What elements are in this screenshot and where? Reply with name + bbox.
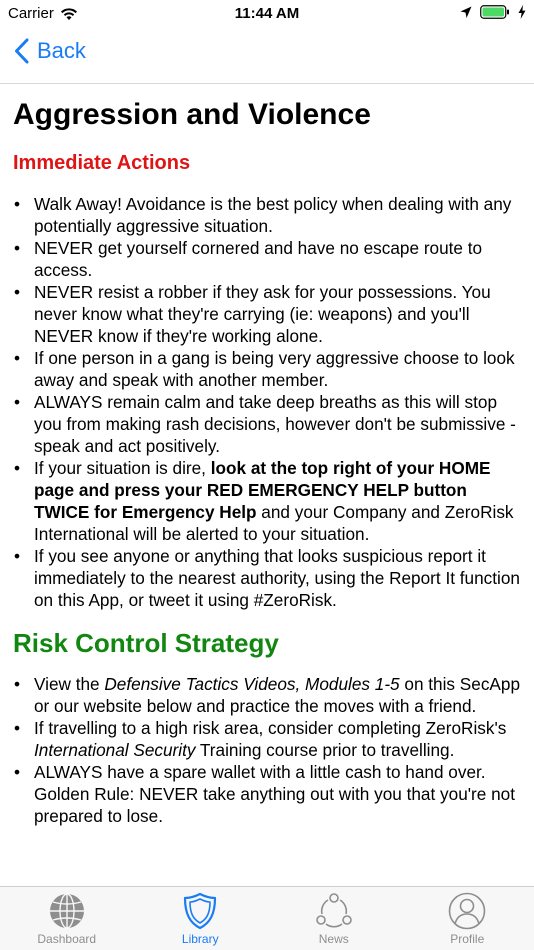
list-item: Walk Away! Avoidance is the best policy …: [13, 193, 520, 237]
list-item: If one person in a gang is being very ag…: [13, 347, 520, 391]
location-arrow-icon: [460, 6, 472, 18]
list-item-emergency: If your situation is dire, look at the t…: [13, 457, 520, 545]
emergency-text-pre: If your situation is dire,: [34, 458, 211, 478]
charging-bolt-icon: [518, 5, 526, 19]
status-bar: Carrier 11:44 AM: [0, 0, 534, 28]
status-time: 11:44 AM: [234, 5, 300, 22]
tab-dashboard[interactable]: Dashboard: [0, 887, 134, 950]
tab-bar: Dashboard Library News Profile: [0, 886, 534, 950]
list-item: If you see anyone or anything that looks…: [13, 545, 520, 611]
article-content[interactable]: Aggression and Violence Immediate Action…: [0, 85, 534, 886]
tab-news[interactable]: News: [267, 887, 401, 950]
list-item: ALWAYS remain calm and take deep breaths…: [13, 391, 520, 457]
chevron-left-icon: [15, 38, 29, 64]
back-button[interactable]: Back: [14, 38, 86, 64]
tab-profile[interactable]: Profile: [401, 887, 534, 950]
list-item: ALWAYS have a spare wallet with a little…: [13, 761, 520, 827]
back-label: Back: [37, 38, 86, 63]
page-title: Aggression and Violence: [13, 98, 371, 131]
status-right-group: [460, 5, 526, 19]
list-item: NEVER get yourself cornered and have no …: [13, 237, 520, 281]
shield-icon: [184, 892, 217, 930]
globe-icon: [49, 893, 84, 929]
immediate-actions-heading: Immediate Actions: [13, 152, 191, 174]
navigation-bar: Back: [0, 28, 534, 84]
tab-label: Dashboard: [37, 932, 97, 946]
list-item: NEVER resist a robber if they ask for yo…: [13, 281, 520, 347]
videos-text-italic: Defensive Tactics Videos, Modules 1-5: [104, 674, 400, 694]
tab-label: News: [318, 932, 349, 946]
tab-label: Library: [181, 932, 219, 946]
immediate-actions-list: Walk Away! Avoidance is the best policy …: [13, 193, 520, 611]
tab-label: Profile: [450, 932, 485, 946]
tab-library[interactable]: Library: [134, 887, 268, 950]
training-text-pre: If travelling to a high risk area, consi…: [34, 718, 507, 738]
risk-control-list: View the Defensive Tactics Videos, Modul…: [13, 673, 520, 827]
training-text-post: Training course prior to travelling.: [195, 740, 455, 760]
videos-text-pre: View the: [34, 674, 105, 694]
risk-control-heading: Risk Control Strategy: [13, 628, 279, 658]
person-icon: [448, 892, 486, 930]
battery-icon: [480, 5, 509, 19]
list-item-videos: View the Defensive Tactics Videos, Modul…: [13, 673, 520, 717]
training-text-italic: International Security: [34, 740, 196, 760]
list-item-training: If travelling to a high risk area, consi…: [13, 717, 520, 761]
share-icon: [315, 893, 352, 928]
